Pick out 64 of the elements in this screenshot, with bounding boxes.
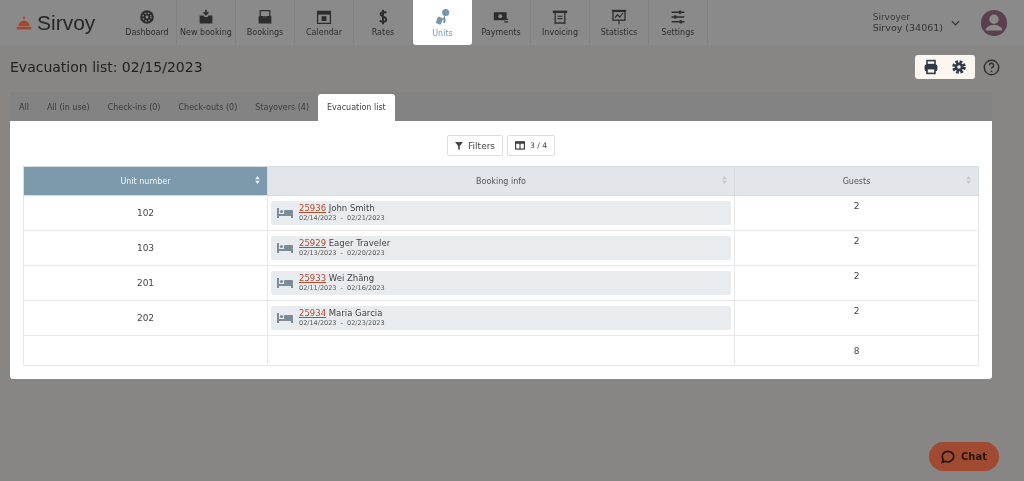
settings-icon[interactable] (951, 59, 967, 75)
column-header[interactable]: Guests (734, 166, 979, 196)
nav-item[interactable]: Payments (472, 0, 531, 45)
chevron-down-icon[interactable] (951, 19, 960, 26)
help-icon[interactable] (983, 58, 1000, 76)
sort-icon (722, 176, 727, 184)
user-role: Sirvoyer (872, 12, 911, 22)
filters-button[interactable]: Filters (447, 135, 504, 156)
tab[interactable]: Evacuation list (318, 94, 395, 121)
guest-name: John Smith (328, 203, 375, 214)
tab[interactable]: All (in use) (37, 94, 99, 121)
tab[interactable]: All (10, 94, 38, 121)
bed-icon (277, 313, 293, 323)
table-cell: 202 (23, 300, 268, 336)
table-cell: 201 (23, 265, 268, 301)
tab[interactable]: Stayovers (4) (246, 94, 318, 121)
table-cell: 2 (734, 265, 979, 301)
nav-item[interactable]: Statistics (590, 0, 649, 45)
tab[interactable]: Check-outs (0) (169, 94, 247, 121)
guest-name: Eager Traveler (328, 238, 391, 249)
booking-link[interactable]: 25929 (299, 238, 327, 249)
filter-icon (455, 141, 464, 150)
print-icon[interactable] (923, 59, 939, 75)
table-cell: 102 (23, 195, 268, 231)
bell-logo-icon (16, 14, 32, 31)
account-selector[interactable]: Sirvoy (34061) (872, 22, 943, 33)
brand-name: Sirvoy (37, 10, 96, 35)
columns-icon (515, 141, 526, 150)
nav-item[interactable]: Bookings (236, 0, 295, 45)
table-cell: 2 (734, 300, 979, 336)
calendar-icon (316, 8, 332, 25)
column-header[interactable]: Unit number (23, 166, 268, 196)
total-cell: 8 (734, 335, 979, 366)
chat-bubble-icon (941, 449, 955, 464)
presentation-chart-icon (610, 8, 628, 25)
guest-name: Maria Garcia (328, 308, 383, 319)
receipt-icon (552, 8, 568, 25)
nav-item[interactable]: Settings (649, 0, 708, 45)
nav-item[interactable]: Dashboard (118, 0, 177, 45)
booking-link[interactable]: 25933 (299, 273, 327, 284)
nav-item[interactable]: Calendar (295, 0, 354, 45)
tab[interactable]: Check-ins (0) (98, 94, 170, 121)
table-cell: 2 (734, 195, 979, 231)
booking-link[interactable]: 25934 (299, 308, 327, 319)
bed-icon (277, 243, 293, 253)
bed-icon (277, 208, 293, 218)
guest-name: Wei Zhāng (328, 273, 375, 284)
column-header[interactable]: Booking info (267, 166, 735, 196)
nav-item[interactable]: Units (413, 0, 472, 45)
sliders-icon (670, 8, 686, 25)
chat-button[interactable]: Chat (929, 442, 999, 471)
table-cell: 103 (23, 230, 268, 266)
booking-link[interactable]: 25936 (299, 203, 327, 214)
tray-icon (257, 8, 273, 25)
nav-item[interactable]: Invoicing (531, 0, 590, 45)
nav-item[interactable]: New booking (177, 0, 236, 45)
inbox-icon (198, 8, 214, 25)
sort-icon (966, 176, 971, 184)
avatar-icon[interactable] (980, 8, 1008, 37)
sort-icon (255, 176, 260, 184)
page-title: Evacuation list: 02/15/2023 (10, 59, 204, 75)
bed-icon (277, 278, 293, 288)
table-cell: 2 (734, 230, 979, 266)
keys-icon (433, 7, 452, 26)
